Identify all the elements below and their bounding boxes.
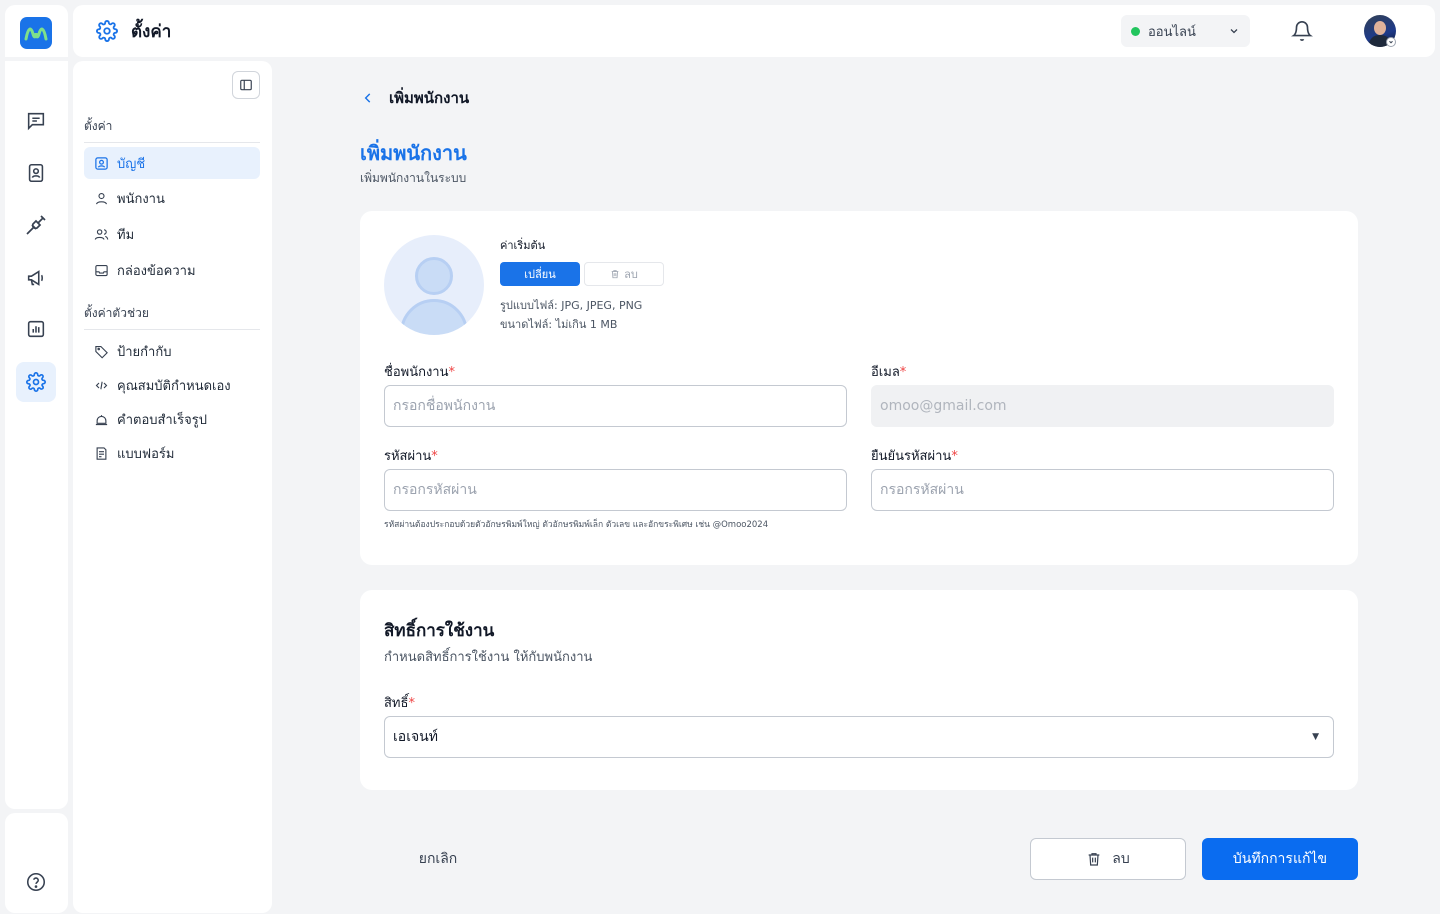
delete-button-label: ลบ xyxy=(1112,851,1130,867)
sidebar-item-label: พนักงาน xyxy=(117,191,165,207)
permissions-title: สิทธิ์การใช้งาน xyxy=(384,621,495,641)
sidebar-section-settings: ตั้งค่า xyxy=(84,117,260,143)
password-field-label: รหัสผ่าน* xyxy=(384,449,438,464)
page-title: เพิ่มพนักงาน xyxy=(360,141,467,165)
settings-icon[interactable] xyxy=(16,362,56,402)
trash-icon xyxy=(1086,851,1102,867)
trash-icon xyxy=(610,269,620,279)
sidebar-item-labels[interactable]: ป้ายกำกับ xyxy=(84,335,260,367)
save-changes-button[interactable]: บันทึกการแก้ไข xyxy=(1202,838,1358,880)
sidebar-item-forms[interactable]: แบบฟอร์ม xyxy=(84,437,260,469)
broadcast-icon[interactable] xyxy=(16,258,56,298)
email-field-label: อีเมล* xyxy=(871,365,907,380)
permissions-card: สิทธิ์การใช้งาน กำหนดสิทธิ์การใช้งาน ให้… xyxy=(360,590,1358,790)
inbox-icon xyxy=(93,262,109,278)
role-select[interactable]: เอเจนท์ ▼ xyxy=(384,716,1334,758)
sidebar-item-custom-attributes[interactable]: คุณสมบัติกำหนดเอง xyxy=(84,369,260,401)
role-field-label: สิทธิ์* xyxy=(384,696,415,711)
chat-icon[interactable] xyxy=(16,101,56,141)
sidebar-item-label: บัญชี xyxy=(117,156,146,172)
user-icon xyxy=(93,190,109,206)
integration-icon[interactable] xyxy=(16,205,56,245)
breadcrumb: เพิ่มพนักงาน xyxy=(361,86,469,110)
name-field-label: ชื่อพนักงาน* xyxy=(384,365,455,380)
tag-icon xyxy=(93,343,109,359)
bell-icon[interactable] xyxy=(1291,19,1313,43)
app-logo[interactable] xyxy=(20,17,52,49)
sidebar-item-team[interactable]: ทีม xyxy=(84,218,260,250)
confirm-password-input[interactable]: กรอกรหัสผ่าน xyxy=(871,469,1334,511)
caret-down-icon: ▼ xyxy=(1312,732,1319,742)
reports-icon[interactable] xyxy=(16,309,56,349)
file-format-note: รูปแบบไฟล์: JPG, JPEG, PNG xyxy=(500,299,643,312)
confirm-password-field-label: ยืนยันรหัสผ่าน* xyxy=(871,449,958,464)
chevron-left-icon[interactable] xyxy=(361,91,375,105)
sidebar-item-label: ทีม xyxy=(117,227,135,243)
sidebar-collapse-button[interactable] xyxy=(232,71,260,99)
profile-avatar-placeholder-icon xyxy=(384,235,484,335)
sidebar-section-helpers: ตั้งค่าตัวช่วย xyxy=(84,304,260,330)
contacts-icon[interactable] xyxy=(16,153,56,193)
delete-button[interactable]: ลบ xyxy=(1030,838,1186,880)
permissions-subtitle: กำหนดสิทธิ์การใช้งาน ให้กับพนักงาน xyxy=(384,650,593,665)
canned-response-icon xyxy=(93,411,109,427)
sidebar-item-account[interactable]: บัญชี xyxy=(84,147,260,179)
sidebar-item-label: คุณสมบัติกำหนดเอง xyxy=(117,378,231,394)
user-square-icon xyxy=(93,155,109,171)
cancel-button[interactable]: ยกเลิก xyxy=(398,838,478,880)
password-hint: รหัสผ่านต้องประกอบด้วยตัวอักษรพิมพ์ใหญ่ … xyxy=(384,520,769,530)
employee-name-input[interactable]: กรอกชื่อพนักงาน xyxy=(384,385,847,427)
sidebar-item-staff[interactable]: พนักงาน xyxy=(84,182,260,214)
sidebar-item-label: คำตอบสำเร็จรูป xyxy=(117,412,208,428)
file-size-note: ขนาดไฟล์: ไม่เกิน 1 MB xyxy=(500,318,618,331)
form-icon xyxy=(93,445,109,461)
chevron-down-icon xyxy=(1228,25,1240,37)
avatar-default-label: ค่าเริ่มต้น xyxy=(500,239,546,252)
settings-gear-icon xyxy=(96,20,118,42)
avatar-status-badge-icon xyxy=(1386,37,1396,47)
sidebar-item-canned-responses[interactable]: คำตอบสำเร็จรูป xyxy=(84,403,260,435)
delete-avatar-label: ลบ xyxy=(624,268,638,281)
breadcrumb-title: เพิ่มพนักงาน xyxy=(389,89,470,107)
online-status-dot xyxy=(1131,26,1140,36)
sidebar-item-label: แบบฟอร์ม xyxy=(117,446,175,462)
code-icon xyxy=(93,377,109,393)
settings-sidebar: ตั้งค่า บัญชี พนักงาน ทีม กล่องข้อความ ต… xyxy=(73,61,272,913)
online-status-dropdown[interactable]: ออนไลน์ xyxy=(1121,15,1250,47)
password-input[interactable]: กรอกรหัสผ่าน xyxy=(384,469,847,511)
users-icon xyxy=(93,226,109,242)
change-avatar-button[interactable]: เปลี่ยน xyxy=(500,262,580,286)
role-select-value: เอเจนท์ xyxy=(393,729,438,745)
online-status-label: ออนไลน์ xyxy=(1148,24,1196,40)
sidebar-item-inbox[interactable]: กล่องข้อความ xyxy=(84,254,260,286)
help-icon[interactable] xyxy=(16,862,56,902)
delete-avatar-button[interactable]: ลบ xyxy=(584,262,664,286)
page-header-title: ตั้งค่า xyxy=(131,22,172,42)
email-input[interactable]: omoo@gmail.com xyxy=(871,385,1334,427)
sidebar-item-label: ป้ายกำกับ xyxy=(117,344,172,360)
employee-info-card: ค่าเริ่มต้น เปลี่ยน ลบ รูปแบบไฟล์: JPG, … xyxy=(360,211,1358,565)
page-subtitle: เพิ่มพนักงานในระบบ xyxy=(360,171,467,185)
sidebar-item-label: กล่องข้อความ xyxy=(117,263,196,279)
